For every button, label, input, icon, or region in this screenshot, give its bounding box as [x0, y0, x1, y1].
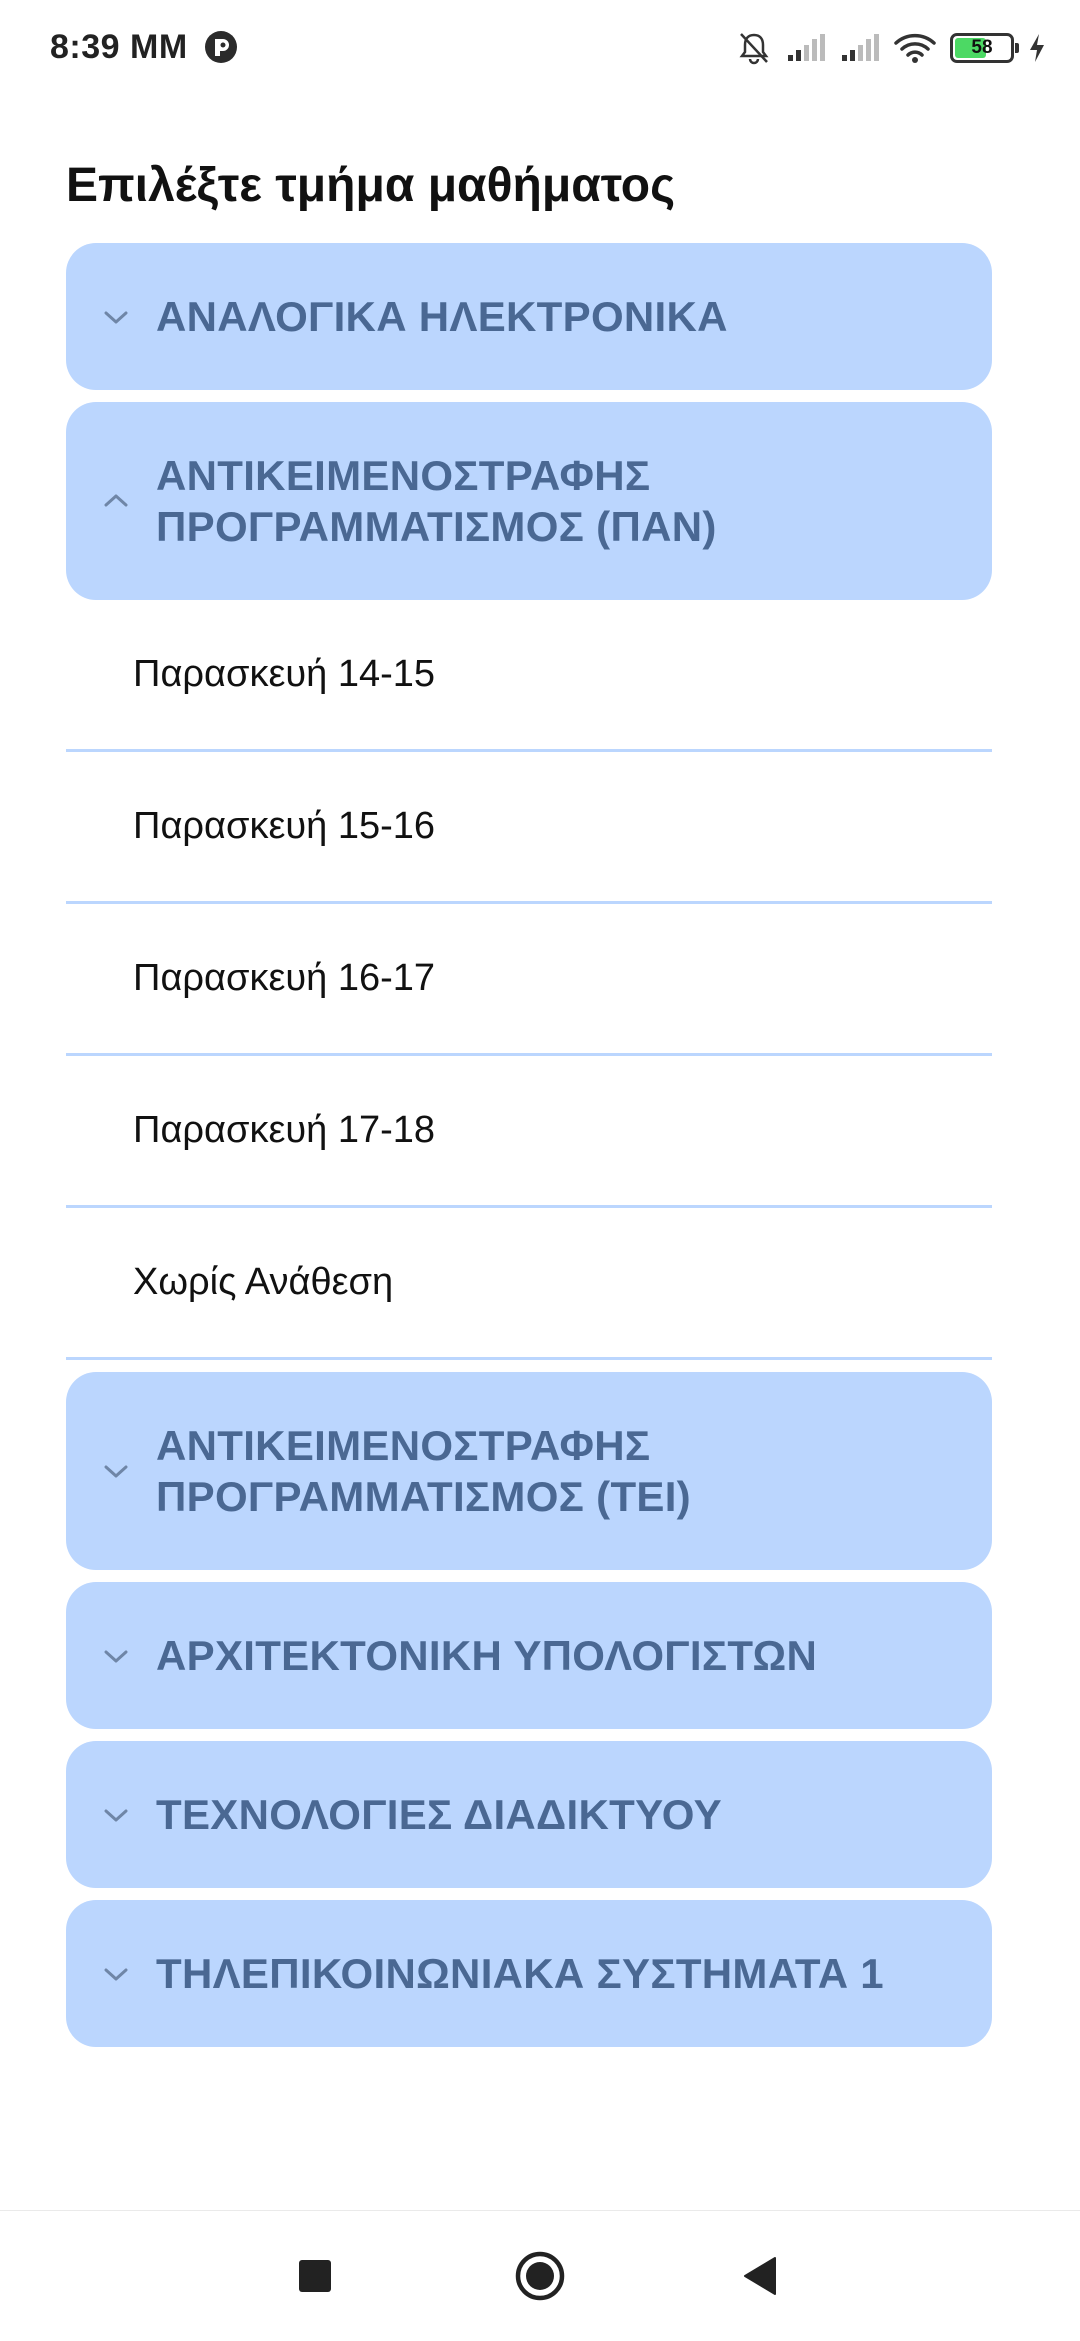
section-header-oop-tei[interactable]: ΑΝΤΙΚΕΙΜΕΝΟΣΤΡΑΦΗΣ ΠΡΟΓΡΑΜΜΑΤΙΣΜΟΣ (ΤΕΙ) [66, 1372, 992, 1570]
battery-level-text: 58 [971, 37, 993, 58]
section-label: ΤΗΛΕΠΙΚΟΙΝΩΝΙΑΚΑ ΣΥΣΤΗΜΑΤΑ 1 [156, 1950, 884, 1997]
chevron-down-icon [104, 311, 128, 323]
list-item[interactable]: Παρασκευή 15-16 [66, 752, 992, 904]
charging-icon [1030, 34, 1044, 62]
recents-icon [299, 2260, 331, 2292]
chevron-down-icon [104, 1650, 128, 1662]
section-label: ΑΝΤΙΚΕΙΜΕΝΟΣΤΡΑΦΗΣ ΠΡΟΓΡΑΜΜΑΤΙΣΜΟΣ (ΤΕΙ) [156, 1420, 691, 1522]
section-label-line2: ΠΡΟΓΡΑΜΜΑΤΙΣΜΟΣ (ΤΕΙ) [156, 1473, 691, 1520]
battery-icon: 58 [950, 33, 1019, 63]
section-header-computer-architecture[interactable]: ΑΡΧΙΤΕΚΤΟΝΙΚΗ ΥΠΟΛΟΓΙΣΤΩΝ [66, 1582, 992, 1729]
section-label: ΑΝΑΛΟΓΙΚΑ ΗΛΕΚΤΡΟΝΙΚΑ [156, 293, 728, 340]
wifi-icon [894, 33, 936, 63]
chevron-down-icon [104, 1809, 128, 1821]
section-header-oop-pan[interactable]: ΑΝΤΙΚΕΙΜΕΝΟΣΤΡΑΦΗΣ ΠΡΟΓΡΑΜΜΑΤΙΣΜΟΣ (ΠΑΝ) [66, 402, 992, 600]
section-header-analog-electronics[interactable]: ΑΝΑΛΟΓΙΚΑ ΗΛΕΚΤΡΟΝΙΚΑ [66, 243, 992, 390]
section-label: ΑΡΧΙΤΕΚΤΟΝΙΚΗ ΥΠΟΛΟΓΙΣΤΩΝ [156, 1632, 818, 1679]
section-header-telecom-systems-1[interactable]: ΤΗΛΕΠΙΚΟΙΝΩΝΙΑΚΑ ΣΥΣΤΗΜΑΤΑ 1 [66, 1900, 992, 2047]
page-title: Επιλέξτε τμήμα μαθήματος [66, 159, 676, 212]
section-items-oop-pan: Παρασκευή 14-15 Παρασκευή 15-16 Παρασκευ… [66, 600, 992, 1360]
status-bar: 8:39 MM 58 [0, 0, 1080, 96]
chevron-down-icon [104, 1968, 128, 1980]
home-icon [515, 2251, 565, 2301]
home-button[interactable] [480, 2211, 600, 2341]
app-notification-icon [205, 31, 237, 63]
mute-icon [739, 33, 769, 65]
chevron-down-icon [104, 1465, 128, 1478]
section-label-line1: ΑΝΤΙΚΕΙΜΕΝΟΣΤΡΑΦΗΣ [156, 1422, 651, 1469]
signal-icon [842, 34, 879, 61]
section-label-line2: ΠΡΟΓΡΑΜΜΑΤΙΣΜΟΣ (ΠΑΝ) [156, 503, 717, 550]
recents-button[interactable] [255, 2211, 375, 2341]
section-label-line1: ΑΝΤΙΚΕΙΜΕΝΟΣΤΡΑΦΗΣ [156, 452, 651, 499]
back-icon [744, 2257, 776, 2295]
back-button[interactable] [700, 2211, 820, 2341]
section-label: ΤΕΧΝΟΛΟΓΙΕΣ ΔΙΑΔΙΚΤΥΟΥ [156, 1791, 722, 1838]
navigation-bar [0, 2210, 1080, 2341]
chevron-up-icon [104, 494, 128, 507]
course-section-list: ΑΝΑΛΟΓΙΚΑ ΗΛΕΚΤΡΟΝΙΚΑ ΑΝΤΙΚΕΙΜΕΝΟΣΤΡΑΦΗΣ… [66, 243, 992, 2059]
section-header-web-technologies[interactable]: ΤΕΧΝΟΛΟΓΙΕΣ ΔΙΑΔΙΚΤΥΟΥ [66, 1741, 992, 1888]
signal-icon [788, 34, 825, 61]
list-item[interactable]: Παρασκευή 16-17 [66, 904, 992, 1056]
status-time: 8:39 MM [50, 28, 188, 66]
list-item[interactable]: Παρασκευή 14-15 [66, 600, 992, 752]
list-item[interactable]: Χωρίς Ανάθεση [66, 1208, 992, 1360]
section-label: ΑΝΤΙΚΕΙΜΕΝΟΣΤΡΑΦΗΣ ΠΡΟΓΡΑΜΜΑΤΙΣΜΟΣ (ΠΑΝ) [156, 450, 717, 552]
list-item[interactable]: Παρασκευή 17-18 [66, 1056, 992, 1208]
status-icons: 58 [736, 28, 1046, 68]
